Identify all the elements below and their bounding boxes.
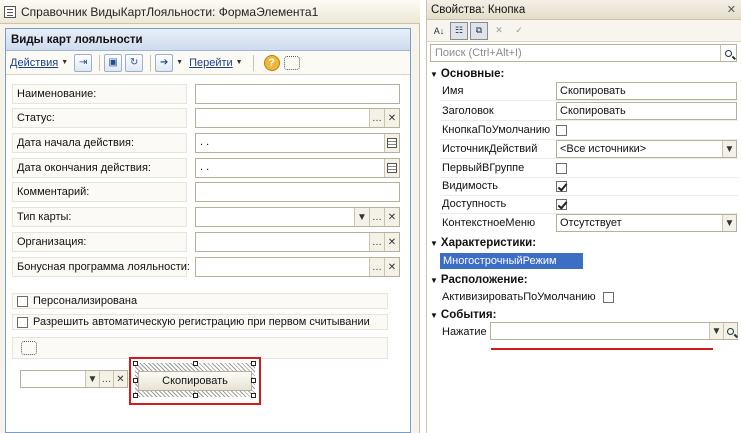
toolbar-divider (252, 54, 254, 71)
clear-icon[interactable]: ✕ (113, 371, 127, 387)
properties-toolbar: A↓ ☷ ⧉ ✕ ✓ (427, 20, 741, 42)
chevron-down-icon[interactable]: ▼ (85, 371, 99, 387)
refresh-icon[interactable]: ↻ (125, 53, 144, 72)
start-date-value: . . (200, 136, 210, 148)
show-all-icon[interactable]: ⧉ (470, 21, 488, 40)
select-ellipsis-icon[interactable]: … (99, 371, 113, 387)
prop-multiline-label: МногострочныйРежим (440, 253, 583, 269)
clear-icon[interactable]: ✕ (384, 109, 399, 127)
chevron-down-icon: ▼ (176, 59, 184, 66)
close-icon[interactable]: ✕ (727, 3, 736, 16)
resize-handle[interactable] (251, 361, 256, 366)
actions-menu[interactable]: Действия (10, 57, 58, 69)
start-date-input[interactable]: . . (195, 133, 400, 153)
status-label: Статус: (12, 108, 187, 128)
resize-handle[interactable] (193, 393, 198, 398)
resize-handle[interactable] (251, 393, 256, 398)
organization-label: Организация: (12, 232, 187, 252)
chevron-down-icon[interactable]: ▼ (354, 208, 369, 226)
confirm-icon[interactable]: ✓ (510, 22, 528, 40)
form-window-titlebar: Справочник ВидыКартЛояльности: ФормаЭлем… (0, 0, 420, 24)
calendar-icon[interactable] (384, 134, 399, 152)
name-label: Наименование: (12, 84, 187, 104)
form-window-title: Справочник ВидыКартЛояльности: ФормаЭлем… (21, 4, 319, 19)
goto-icon[interactable]: ➔ (155, 53, 174, 72)
chevron-down-icon[interactable]: ▼ (709, 323, 723, 339)
comment-label: Комментарий: (12, 182, 187, 202)
resize-handle[interactable] (251, 378, 256, 383)
clear-icon[interactable]: ✕ (384, 233, 399, 251)
end-date-value: . . (200, 161, 210, 173)
bottom-combo-input[interactable]: ▼ … ✕ (20, 370, 128, 388)
search-icon[interactable] (720, 45, 736, 61)
auto-register-checkbox[interactable] (17, 316, 28, 328)
form-title: Виды карт лояльности (6, 29, 410, 51)
toolbar-divider (150, 54, 152, 71)
button-group-placeholder (12, 337, 388, 359)
start-date-label: Дата начала действия: (12, 133, 187, 153)
clear-icon[interactable]: ✕ (384, 208, 399, 226)
toolbar-divider (99, 54, 101, 71)
auto-register-checkbox-row[interactable]: Разрешить автоматическую регистрацию при… (12, 314, 388, 330)
end-date-label: Дата окончания действия: (12, 158, 187, 178)
cancel-icon[interactable]: ✕ (490, 22, 508, 40)
end-date-input[interactable]: . . (195, 158, 400, 178)
personalized-checkbox[interactable] (17, 295, 28, 307)
personalized-checkbox-row[interactable]: Персонализирована (12, 293, 388, 309)
search-placeholder: Поиск (Ctrl+Alt+I) (435, 47, 522, 59)
properties-titlebar: Свойства: Кнопка ✕ (427, 0, 741, 20)
name-input[interactable] (195, 84, 400, 104)
resize-handle[interactable] (133, 378, 138, 383)
resize-handle[interactable] (133, 393, 138, 398)
organization-input[interactable]: … ✕ (195, 232, 400, 252)
highlight-underline (491, 348, 713, 350)
form-toolbar: Действия ▼ ⇥ ▣ ↻ ➔ ▼ Перейти ▼ ? (6, 51, 410, 75)
select-ellipsis-icon[interactable]: … (369, 233, 384, 251)
prop-press-handler-input[interactable]: ▼ (490, 322, 738, 340)
goto-menu[interactable]: Перейти (189, 57, 233, 69)
empty-button-placeholder[interactable] (283, 55, 300, 70)
copy-button[interactable]: Скопировать (138, 371, 252, 391)
chevron-down-icon: ▼ (61, 59, 69, 66)
help-icon[interactable]: ? (263, 54, 280, 71)
clear-icon[interactable]: ✕ (384, 258, 399, 276)
select-ellipsis-icon[interactable]: … (369, 258, 384, 276)
card-type-input[interactable]: ▼… ✕ (195, 207, 400, 227)
auto-register-label: Разрешить автоматическую регистрацию при… (33, 316, 370, 328)
record-icon[interactable]: ▣ (104, 53, 123, 72)
properties-title: Свойства: Кнопка (431, 3, 526, 16)
chevron-down-icon: ▼ (235, 59, 243, 66)
save-close-icon[interactable]: ⇥ (74, 53, 93, 72)
bonus-program-input[interactable]: … ✕ (195, 257, 400, 277)
select-ellipsis-icon[interactable]: … (369, 109, 384, 127)
select-ellipsis-icon[interactable]: … (369, 208, 384, 226)
search-icon[interactable] (723, 323, 737, 339)
property-search-input[interactable]: Поиск (Ctrl+Alt+I) (430, 44, 737, 62)
personalized-label: Персонализирована (33, 295, 138, 307)
resize-handle[interactable] (193, 361, 198, 366)
resize-handle[interactable] (133, 361, 138, 366)
bonus-program-label: Бонусная программа лояльности: (12, 257, 190, 277)
card-type-label: Тип карты: (12, 207, 187, 227)
empty-button-placeholder[interactable] (21, 341, 37, 355)
form-window-icon (4, 5, 16, 18)
categorized-icon[interactable]: ☷ (450, 21, 468, 40)
comment-input[interactable] (195, 182, 400, 202)
status-input[interactable]: … ✕ (195, 108, 400, 128)
sort-alphabetical-icon[interactable]: A↓ (430, 22, 448, 40)
form-designer-window: Справочник ВидыКартЛояльности: ФормаЭлем… (0, 0, 420, 433)
properties-panel: Свойства: Кнопка ✕ A↓ ☷ ⧉ ✕ ✓ Поиск (Ctr… (426, 0, 741, 433)
calendar-icon[interactable] (384, 159, 399, 177)
